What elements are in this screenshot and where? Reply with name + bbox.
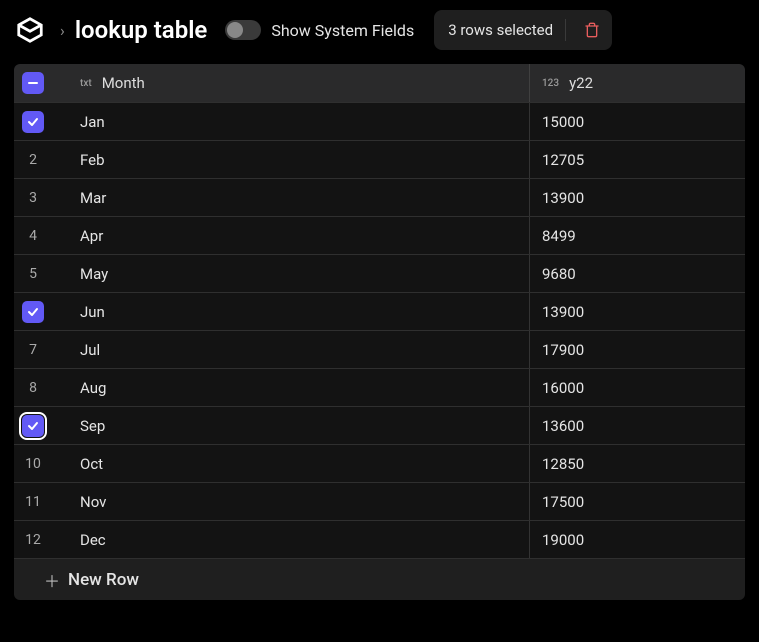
column-label: Month — [102, 74, 145, 92]
toggle-label: Show System Fields — [271, 21, 414, 40]
row-index[interactable]: 12 — [14, 532, 66, 548]
app-logo-icon[interactable] — [14, 14, 46, 46]
table-row[interactable]: Jun13900 — [14, 292, 745, 330]
new-row-button[interactable]: ＋ New Row — [14, 558, 745, 600]
cell-month[interactable]: Oct — [66, 445, 530, 482]
select-all-checkbox[interactable] — [22, 72, 44, 94]
column-label: y22 — [569, 74, 593, 92]
cell-y22[interactable]: 12705 — [530, 141, 745, 178]
cell-y22[interactable]: 19000 — [530, 521, 745, 558]
data-table: txt Month 123 y22 Jan150002Feb127053Mar1… — [14, 64, 745, 600]
cell-month[interactable]: Nov — [66, 483, 530, 520]
table-row[interactable]: 8Aug16000 — [14, 368, 745, 406]
table-row[interactable]: 2Feb12705 — [14, 140, 745, 178]
cell-y22[interactable]: 13900 — [530, 293, 745, 330]
row-index[interactable]: 7 — [14, 342, 66, 358]
table-row[interactable]: Jan15000 — [14, 102, 745, 140]
cell-y22[interactable]: 12850 — [530, 445, 745, 482]
row-index[interactable]: 2 — [14, 152, 66, 168]
table-header-row: txt Month 123 y22 — [14, 64, 745, 102]
show-system-fields-toggle-wrap: Show System Fields — [225, 20, 414, 40]
toggle-knob — [227, 22, 243, 38]
row-checkbox[interactable] — [22, 111, 44, 133]
cell-month[interactable]: Mar — [66, 179, 530, 216]
select-all-cell — [14, 72, 66, 94]
cell-month[interactable]: May — [66, 255, 530, 292]
table-row[interactable]: 12Dec19000 — [14, 520, 745, 558]
table-row[interactable]: 11Nov17500 — [14, 482, 745, 520]
delete-button[interactable] — [578, 16, 606, 44]
cell-y22[interactable]: 13900 — [530, 179, 745, 216]
table-row[interactable]: 5May9680 — [14, 254, 745, 292]
column-header-month[interactable]: txt Month — [66, 64, 530, 102]
table-row[interactable]: 3Mar13900 — [14, 178, 745, 216]
selection-count: 3 rows selected — [448, 21, 553, 39]
row-index[interactable]: 8 — [14, 380, 66, 396]
plus-icon: ＋ — [44, 568, 60, 592]
table-row[interactable]: 4Apr8499 — [14, 216, 745, 254]
row-checkbox-cell — [14, 111, 66, 133]
row-index[interactable]: 11 — [14, 494, 66, 510]
cell-y22[interactable]: 9680 — [530, 255, 745, 292]
cell-month[interactable]: Jan — [66, 103, 530, 140]
cell-y22[interactable]: 13600 — [530, 407, 745, 444]
breadcrumb-chevron-icon: › — [60, 21, 65, 40]
cell-month[interactable]: Dec — [66, 521, 530, 558]
page-title: lookup table — [75, 16, 208, 44]
divider — [565, 19, 566, 41]
trash-icon — [584, 22, 600, 38]
cell-month[interactable]: Jul — [66, 331, 530, 368]
table-row[interactable]: 10Oct12850 — [14, 444, 745, 482]
table-row[interactable]: Sep13600 — [14, 406, 745, 444]
table-row[interactable]: 7Jul17900 — [14, 330, 745, 368]
cell-y22[interactable]: 17500 — [530, 483, 745, 520]
cell-month[interactable]: Aug — [66, 369, 530, 406]
row-checkbox-cell — [14, 301, 66, 323]
type-badge-number: 123 — [542, 78, 559, 89]
cell-month[interactable]: Sep — [66, 407, 530, 444]
row-index[interactable]: 5 — [14, 266, 66, 282]
cell-y22[interactable]: 16000 — [530, 369, 745, 406]
column-header-y22[interactable]: 123 y22 — [530, 64, 745, 102]
row-index[interactable]: 3 — [14, 190, 66, 206]
show-system-fields-toggle[interactable] — [225, 20, 261, 40]
selection-bar: 3 rows selected — [434, 10, 612, 50]
row-checkbox[interactable] — [22, 415, 44, 437]
new-row-label: New Row — [68, 570, 139, 590]
cell-y22[interactable]: 15000 — [530, 103, 745, 140]
row-index[interactable]: 10 — [14, 456, 66, 472]
row-checkbox-cell — [14, 415, 66, 437]
cell-month[interactable]: Feb — [66, 141, 530, 178]
type-badge-text: txt — [80, 78, 92, 89]
cell-month[interactable]: Apr — [66, 217, 530, 254]
cell-month[interactable]: Jun — [66, 293, 530, 330]
row-checkbox[interactable] — [22, 301, 44, 323]
top-header: › lookup table Show System Fields 3 rows… — [0, 0, 759, 64]
cell-y22[interactable]: 8499 — [530, 217, 745, 254]
row-index[interactable]: 4 — [14, 228, 66, 244]
cell-y22[interactable]: 17900 — [530, 331, 745, 368]
